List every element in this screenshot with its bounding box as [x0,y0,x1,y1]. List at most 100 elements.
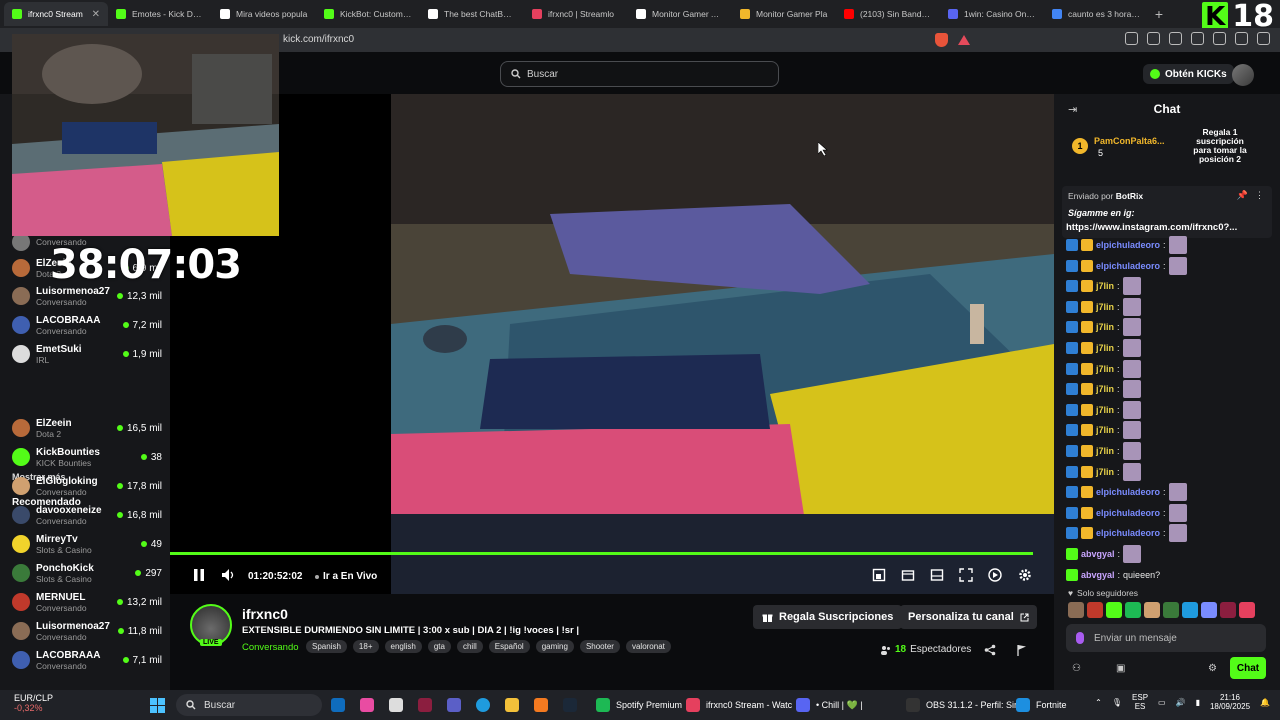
report-flag-icon[interactable] [1016,644,1028,656]
chat-username[interactable]: abvgyal [1081,549,1115,559]
chat-username[interactable]: j7lin [1096,364,1114,374]
taskbar-app[interactable]: ifrxnc0 Stream - Watc [686,698,792,712]
language-indicator[interactable]: ESP ES [1132,693,1148,711]
stream-tag[interactable]: gta [427,640,451,653]
chat-message[interactable]: j7lin: [1066,318,1141,337]
chat-username[interactable]: abvgyal [1081,570,1115,580]
browser-tab[interactable]: The best ChatBot ar [420,2,524,26]
sidebar-channel-item[interactable]: MERNUEL Conversando 13,2 mil [12,588,162,616]
sidebar-channel-item[interactable]: Luisormenoa27 Conversando 11,8 mil [12,617,162,645]
emote-icon[interactable] [1201,602,1217,618]
chat-username[interactable]: elpichuladeoro [1096,528,1160,538]
browser-tab[interactable]: (2103) Sin Bandera [836,2,940,26]
stream-tag[interactable]: Spanish [306,640,347,653]
fullscreen-icon[interactable] [959,568,973,582]
music-icon[interactable] [1169,32,1182,45]
stream-tag[interactable]: valoronat [625,640,671,653]
chat-message[interactable]: elpichuladeoro: [1066,483,1187,502]
battery-icon[interactable]: ▮ [1196,698,1200,707]
volume-icon[interactable] [221,568,235,582]
chat-message[interactable]: j7lin: [1066,277,1141,296]
chat-username[interactable]: j7lin [1096,384,1114,394]
chat-message-input[interactable]: Enviar un mensaje [1066,624,1266,652]
chat-username[interactable]: j7lin [1096,446,1114,456]
sidebar-channel-item[interactable]: PonchoKick Slots & Casino 297 [12,559,162,587]
notifications-icon[interactable]: 🔔 [1260,698,1270,707]
chat-username[interactable]: elpichuladeoro [1096,240,1160,250]
chat-username[interactable]: j7lin [1096,467,1114,477]
menu-icon[interactable] [1257,32,1270,45]
cinema-icon[interactable] [901,568,915,582]
chat-gift-icon[interactable]: ▣ [1116,663,1125,674]
top-gifter-name[interactable]: PamConPalta6... [1094,136,1165,146]
emote-icon[interactable] [1068,602,1084,618]
browser-tab[interactable]: Monitor Gamer ASI [628,2,732,26]
browser-tab[interactable]: caunto es 3 horas e [1044,2,1148,26]
tray-chevron-icon[interactable]: ⌃ [1095,698,1102,707]
extension-icon[interactable] [1125,32,1138,45]
user-avatar[interactable] [1232,64,1254,86]
chat-message[interactable]: elpichuladeoro: [1066,503,1187,522]
brave-icon[interactable] [534,698,548,712]
sidebar-channel-item[interactable]: davooxeneize Conversando 16,8 mil [12,501,162,529]
settings-gear-icon[interactable] [1018,568,1032,582]
app-icon[interactable] [418,698,432,712]
go-live-button[interactable]: Ir a En Vivo [315,571,377,582]
pin-icon[interactable]: 📌 [1237,190,1248,201]
playback-progress-bar[interactable] [170,552,1034,555]
windows-start-icon[interactable] [150,698,165,713]
chat-username[interactable]: j7lin [1096,322,1114,332]
mic-tray-icon[interactable]: 🎙 [1112,698,1122,707]
sidebar-channel-item[interactable]: EmetSuki IRL 1,9 mil [12,340,162,368]
stream-tag[interactable]: Shooter [579,640,620,653]
emote-icon[interactable] [1239,602,1255,618]
store-icon[interactable] [389,698,403,712]
url-text[interactable]: kick.com/ifrxnc0 [283,34,354,45]
customize-channel-button[interactable]: Personaliza tu canal [900,605,1037,629]
gift-tip[interactable]: Regala 1 suscripción para tomar la posic… [1188,128,1252,164]
wallet-icon[interactable] [1213,32,1226,45]
sidebar-channel-item[interactable]: LACOBRAAA Conversando 7,1 mil [12,646,162,674]
sidebar-channel-item[interactable]: MirreyTv Slots & Casino 49 [12,530,162,558]
clip-icon[interactable] [872,568,886,582]
chat-message[interactable]: elpichuladeoro: [1066,236,1187,254]
clock[interactable]: 21:16 18/09/2025 [1210,693,1250,711]
stream-category[interactable]: Conversando [242,642,299,653]
chat-message[interactable]: j7lin: [1066,339,1141,357]
volume-tray-icon[interactable]: 🔊 [1176,698,1186,707]
chat-message[interactable]: abvgyal: quieeen? [1066,566,1160,584]
taskbar-app[interactable]: OBS 31.1.2 - Perfil: Sin [906,698,1019,712]
stream-tag[interactable]: chill [456,640,483,653]
taskbar-search[interactable]: Buscar [176,694,322,716]
vpn-icon[interactable] [1235,32,1248,45]
chat-username[interactable]: elpichuladeoro [1096,508,1160,518]
outlook-icon[interactable] [331,698,345,712]
currency-widget[interactable]: EUR/CLP -0,32% [14,693,53,713]
share-icon[interactable] [984,644,996,656]
get-kicks-button[interactable]: Obtén KICKs [1143,64,1234,84]
steam-icon[interactable] [563,698,577,712]
emote-icon[interactable] [1182,602,1198,618]
new-tab-button[interactable]: + [1148,6,1170,22]
chat-username[interactable]: j7lin [1096,281,1114,291]
mic-icon[interactable] [1076,632,1084,644]
edge-icon[interactable] [476,698,490,712]
brave-shield-icon[interactable] [935,33,948,47]
chat-username[interactable]: j7lin [1096,343,1114,353]
taskbar-app[interactable]: • Chill | 💚 | [796,698,863,712]
chat-message[interactable]: j7lin: [1066,462,1141,481]
channel-name[interactable]: ifrxnc0 [242,606,288,622]
file-explorer-icon[interactable] [505,698,519,712]
chat-settings-icon[interactable]: ⚙ [1208,663,1217,674]
chat-username[interactable]: j7lin [1096,425,1114,435]
teams-icon[interactable] [447,698,461,712]
browser-tab[interactable]: Mira videos popula [212,2,316,26]
network-icon[interactable]: ▭ [1158,698,1166,707]
screenshot-icon[interactable] [1147,32,1160,45]
chat-message[interactable]: j7lin: [1066,297,1141,316]
gift-subs-button[interactable]: Regala Suscripciones [753,605,903,629]
sidebar-icon[interactable] [1191,32,1204,45]
stream-tag[interactable]: 18+ [352,640,379,653]
sidebar-channel-item[interactable]: LACOBRAAA Conversando 7,2 mil [12,311,162,339]
browser-tab[interactable]: ifrxnc0 Stream ✕ [4,2,108,26]
